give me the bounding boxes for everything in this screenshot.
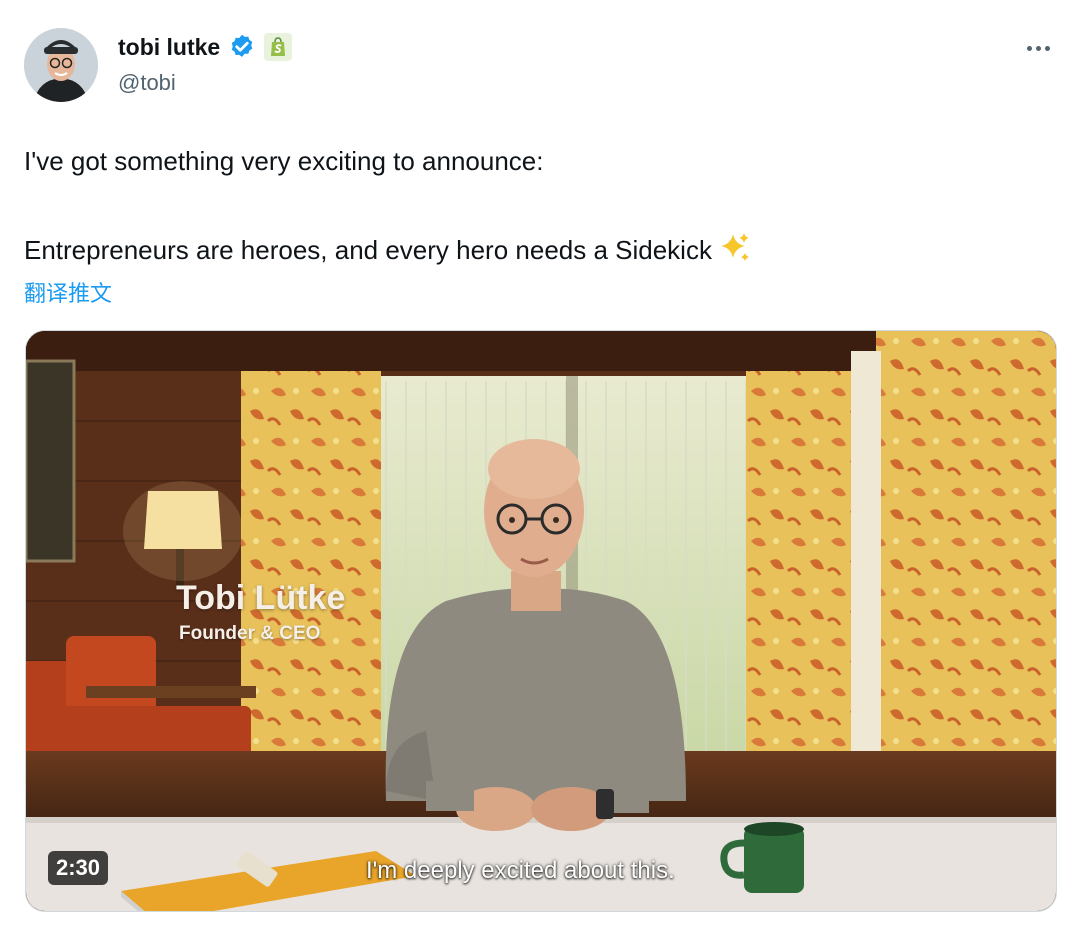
more-icon[interactable] [1022, 36, 1054, 60]
more-dot [1035, 45, 1041, 51]
video-frame [26, 331, 1056, 911]
tweet-line-2-text: Entrepreneurs are heroes, and every hero… [24, 235, 712, 265]
video-subtitle: I'm deeply excited about this. [366, 857, 675, 884]
video-duration-badge: 2:30 [48, 851, 109, 885]
author-handle[interactable]: @tobi [118, 70, 176, 96]
sparkles-emoji [718, 231, 752, 265]
shopify-bag-icon[interactable] [264, 33, 293, 61]
tweet-text: I've got something very exciting to anno… [24, 144, 1044, 267]
translate-tweet-link[interactable]: 翻译推文 [24, 276, 112, 308]
verified-badge-icon[interactable] [228, 33, 256, 61]
author-display-name[interactable]: tobi lutke [118, 34, 220, 61]
video-player[interactable]: Tobi Lütke Founder & CEO I'm deeply exci… [25, 330, 1057, 912]
tweet-line-1: I've got something very exciting to anno… [24, 146, 544, 176]
author-name-row: tobi lutke [118, 30, 293, 64]
more-dot [1026, 45, 1032, 51]
avatar-image [24, 28, 98, 102]
lower-third-name: Tobi Lütke [176, 579, 346, 617]
more-dot [1044, 45, 1050, 51]
avatar[interactable] [24, 28, 98, 102]
tweet-line-2: Entrepreneurs are heroes, and every hero… [24, 231, 1044, 267]
lower-third-title: Founder & CEO [179, 623, 321, 644]
